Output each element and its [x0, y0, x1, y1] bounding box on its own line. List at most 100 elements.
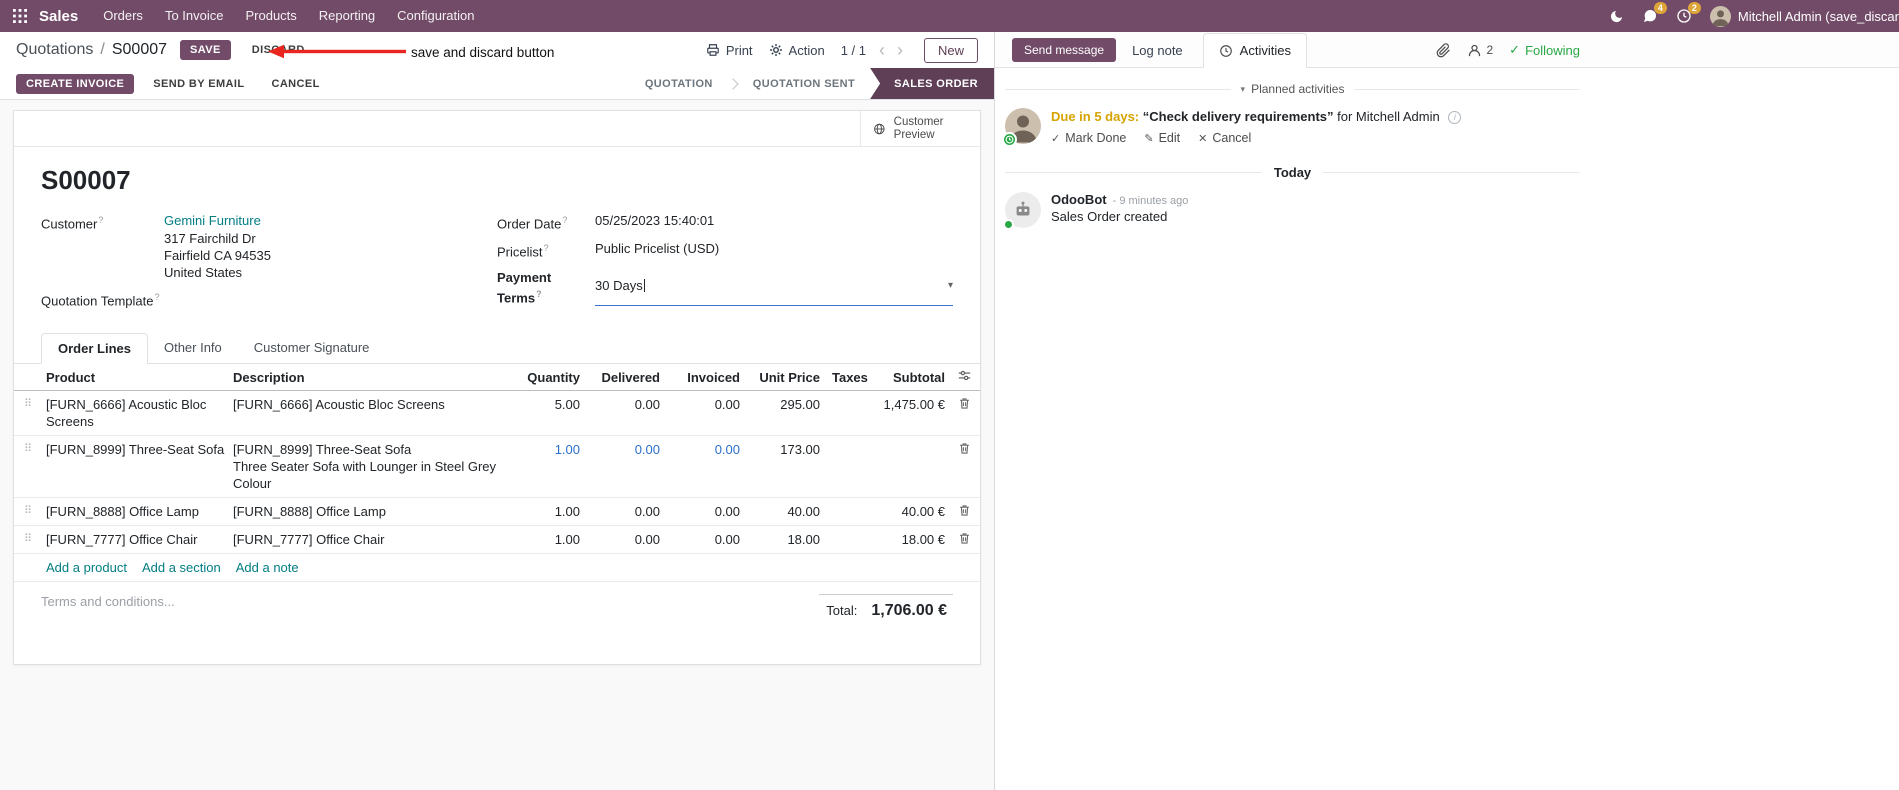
- menu-configuration[interactable]: Configuration: [386, 0, 485, 32]
- customer-address: 317 Fairchild Dr Fairfield CA 94535 Unit…: [164, 231, 271, 280]
- cell-description[interactable]: [FURN_8888] Office Lamp: [229, 503, 509, 520]
- table-row: ⠿ [FURN_6666] Acoustic Bloc Screens [FUR…: [14, 391, 980, 437]
- log-note-button[interactable]: Log note: [1128, 38, 1187, 63]
- pricelist-field[interactable]: Public Pricelist (USD): [595, 240, 953, 260]
- pencil-icon: ✎: [1144, 132, 1154, 145]
- cell-quantity[interactable]: 1.00: [509, 441, 584, 458]
- today-divider: Today: [1005, 165, 1581, 180]
- print-button[interactable]: Print: [706, 43, 753, 58]
- app-name[interactable]: Sales: [39, 8, 78, 25]
- cell-unit-price[interactable]: 18.00: [744, 531, 824, 548]
- following-button[interactable]: ✓ Following: [1509, 42, 1580, 58]
- cell-unit-price[interactable]: 173.00: [744, 441, 824, 458]
- customer-link[interactable]: Gemini Furniture: [164, 213, 261, 228]
- messages-count-badge: 4: [1653, 2, 1667, 14]
- robot-icon: [1016, 201, 1030, 216]
- cell-unit-price[interactable]: 295.00: [744, 396, 824, 413]
- menu-reporting[interactable]: Reporting: [308, 0, 386, 32]
- breadcrumb-separator: /: [100, 41, 105, 58]
- cell-description[interactable]: [FURN_7777] Office Chair: [229, 531, 509, 548]
- add-a-note-link[interactable]: Add a note: [236, 560, 299, 575]
- cell-product[interactable]: [FURN_7777] Office Chair: [42, 531, 229, 548]
- totals: Total: 1,706.00 €: [819, 594, 953, 620]
- planned-activities-toggle[interactable]: ▾ Planned activities: [1241, 82, 1345, 96]
- stage-separator-icon: [727, 77, 739, 90]
- message-author[interactable]: OdooBot: [1051, 192, 1107, 207]
- pager-next-button[interactable]: ›: [892, 41, 908, 59]
- cancel-button[interactable]: CANCEL: [263, 74, 327, 94]
- cell-product[interactable]: [FURN_8888] Office Lamp: [42, 503, 229, 520]
- cell-delivered: 0.00: [634, 397, 660, 413]
- followers-icon: [1469, 44, 1481, 56]
- action-button[interactable]: Action: [769, 43, 825, 58]
- mark-done-button[interactable]: ✓ Mark Done: [1051, 131, 1126, 145]
- drag-handle-icon[interactable]: ⠿: [14, 531, 42, 548]
- top-navbar: Sales Orders To Invoice Products Reporti…: [0, 0, 1899, 32]
- save-button[interactable]: SAVE: [180, 40, 231, 60]
- gear-icon: [769, 44, 782, 56]
- cell-description[interactable]: [FURN_8999] Three-Seat Sofa Three Seater…: [229, 441, 509, 492]
- apps-menu-icon[interactable]: [0, 9, 37, 23]
- message-body: Sales Order created: [1051, 209, 1168, 224]
- tab-order-lines[interactable]: Order Lines: [41, 333, 148, 365]
- payment-terms-field[interactable]: 30 Days ▾: [595, 269, 953, 306]
- delete-row-button[interactable]: [949, 396, 980, 410]
- cell-invoiced: 0.00: [714, 397, 740, 413]
- cell-subtotal: 18.00 €: [901, 532, 945, 548]
- info-icon[interactable]: i: [1448, 111, 1462, 124]
- stage-quotation-sent[interactable]: QUOTATION SENT: [738, 68, 870, 99]
- quotation-template-field[interactable]: [164, 289, 497, 309]
- stage-quotation[interactable]: QUOTATION: [630, 68, 728, 99]
- followers-button[interactable]: 2: [1467, 43, 1493, 58]
- cell-product[interactable]: [FURN_6666] Acoustic Bloc Screens: [42, 396, 229, 430]
- tab-other-info[interactable]: Other Info: [148, 333, 238, 363]
- new-button[interactable]: New: [923, 37, 978, 63]
- dark-mode-moon-icon[interactable]: [1609, 9, 1624, 24]
- terms-and-conditions-input[interactable]: Terms and conditions...: [41, 594, 175, 609]
- delete-row-button[interactable]: [949, 441, 980, 455]
- activities-tab[interactable]: Activities: [1202, 33, 1307, 68]
- drag-handle-icon[interactable]: ⠿: [14, 503, 42, 520]
- order-lines-header: Product Description Quantity Delivered I…: [14, 364, 980, 392]
- menu-products[interactable]: Products: [234, 0, 307, 32]
- cell-product[interactable]: [FURN_8999] Three-Seat Sofa: [42, 441, 229, 458]
- edit-activity-button[interactable]: ✎ Edit: [1144, 131, 1180, 145]
- customer-preview-button[interactable]: Customer Preview: [860, 111, 980, 146]
- drag-handle-icon[interactable]: ⠿: [14, 396, 42, 413]
- order-date-field[interactable]: 05/25/2023 15:40:01: [595, 212, 953, 232]
- col-quantity: Quantity: [527, 370, 580, 386]
- drag-handle-icon[interactable]: ⠿: [14, 441, 42, 458]
- col-delivered: Delivered: [601, 370, 660, 386]
- add-a-section-link[interactable]: Add a section: [142, 560, 221, 575]
- menu-orders[interactable]: Orders: [92, 0, 154, 32]
- pager-previous-button[interactable]: ‹: [874, 41, 890, 59]
- dropdown-caret-icon[interactable]: ▾: [948, 277, 953, 294]
- activity-avatar: [1002, 108, 1041, 147]
- cancel-activity-button[interactable]: ✕ Cancel: [1198, 131, 1251, 145]
- cell-description[interactable]: [FURN_6666] Acoustic Bloc Screens: [229, 396, 509, 413]
- messages-icon[interactable]: 4: [1642, 2, 1667, 24]
- breadcrumb-quotations[interactable]: Quotations: [16, 41, 93, 59]
- create-invoice-button[interactable]: CREATE INVOICE: [16, 73, 135, 94]
- order-date-label: Order Date?: [497, 215, 568, 232]
- activities-clock-icon[interactable]: 2: [1676, 2, 1701, 24]
- cell-quantity[interactable]: 1.00: [509, 503, 584, 520]
- send-by-email-button[interactable]: SEND BY EMAIL: [145, 74, 252, 94]
- cell-unit-price[interactable]: 40.00: [744, 503, 824, 520]
- add-a-product-link[interactable]: Add a product: [46, 560, 127, 575]
- tab-customer-signature[interactable]: Customer Signature: [238, 333, 386, 363]
- field-hint: ?: [536, 288, 542, 299]
- user-menu[interactable]: Mitchell Admin (save_discar: [1709, 5, 1899, 27]
- globe-icon: [874, 123, 885, 134]
- send-message-button[interactable]: Send message: [1012, 38, 1117, 62]
- order-lines-table: Product Description Quantity Delivered I…: [14, 364, 980, 583]
- stage-sales-order[interactable]: SALES ORDER: [870, 68, 994, 99]
- cell-quantity[interactable]: 1.00: [509, 531, 584, 548]
- record-action-buttons: CREATE INVOICE SEND BY EMAIL CANCEL: [16, 68, 328, 99]
- attachment-button[interactable]: [1436, 42, 1451, 58]
- delete-row-button[interactable]: [949, 503, 980, 517]
- optional-columns-icon[interactable]: [949, 369, 980, 386]
- cell-quantity[interactable]: 5.00: [509, 396, 584, 413]
- menu-to-invoice[interactable]: To Invoice: [154, 0, 235, 32]
- delete-row-button[interactable]: [949, 531, 980, 545]
